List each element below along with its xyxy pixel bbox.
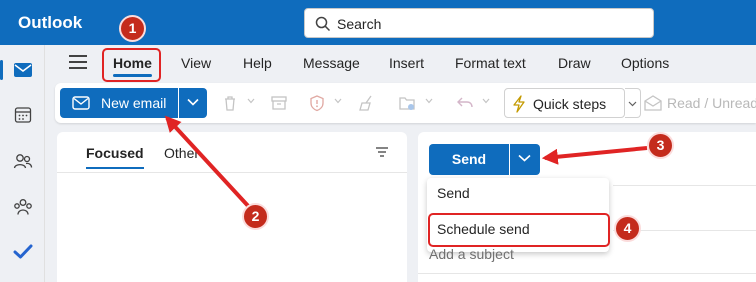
- filter-icon[interactable]: [375, 146, 389, 158]
- left-rail: [0, 45, 45, 282]
- new-email-label: New email: [101, 95, 167, 111]
- tab-options[interactable]: Options: [621, 55, 669, 71]
- tab-focused[interactable]: Focused: [86, 145, 144, 169]
- divider: [57, 172, 407, 173]
- search-input[interactable]: Search: [304, 8, 654, 38]
- search-icon: [315, 16, 331, 32]
- highlight-home-tab: [102, 48, 161, 82]
- step-badge-3: 3: [647, 132, 674, 159]
- tab-view[interactable]: View: [181, 55, 211, 71]
- divider: [613, 185, 756, 186]
- quick-steps-label: Quick steps: [533, 96, 607, 112]
- message-list-pane: Focused Other: [57, 132, 407, 282]
- menu-item-send[interactable]: Send: [437, 185, 470, 201]
- tab-message[interactable]: Message: [303, 55, 360, 71]
- step-badge-4: 4: [614, 215, 641, 242]
- step-badge-1: 1: [119, 15, 146, 42]
- new-email-dropdown[interactable]: [179, 88, 207, 118]
- chevron-down-icon: [628, 101, 637, 107]
- chevron-down-icon[interactable]: [425, 98, 433, 104]
- step-badge-2: 2: [242, 203, 269, 230]
- tab-format-text[interactable]: Format text: [455, 55, 526, 71]
- rail-todo[interactable]: [11, 240, 35, 264]
- undo-icon[interactable]: [456, 94, 474, 112]
- highlight-schedule-send: [428, 213, 610, 247]
- mail-icon: [14, 63, 32, 77]
- ribbon: New email Quick steps Read / Unread: [55, 83, 756, 123]
- tab-insert[interactable]: Insert: [389, 55, 424, 71]
- todo-icon: [13, 244, 33, 259]
- quick-steps-dropdown[interactable]: [625, 88, 641, 118]
- chevron-down-icon[interactable]: [247, 98, 255, 104]
- quick-steps-button[interactable]: Quick steps: [504, 88, 625, 118]
- chevron-down-icon[interactable]: [482, 98, 490, 104]
- search-placeholder: Search: [337, 16, 382, 32]
- app-title: Outlook: [18, 13, 83, 32]
- chevron-down-icon[interactable]: [334, 98, 342, 104]
- chevron-down-icon: [518, 154, 531, 162]
- divider: [418, 273, 756, 274]
- send-options-dropdown[interactable]: [510, 144, 540, 175]
- tab-draw[interactable]: Draw: [558, 55, 591, 71]
- move-icon[interactable]: [398, 94, 416, 112]
- sweep-icon[interactable]: [357, 94, 375, 112]
- lightning-icon: [513, 95, 525, 113]
- rail-mail[interactable]: [0, 58, 35, 82]
- new-email-button[interactable]: New email: [60, 88, 178, 118]
- rail-calendar[interactable]: [11, 103, 35, 127]
- hamburger-icon[interactable]: [69, 55, 87, 69]
- envelope-open-icon[interactable]: [644, 95, 662, 111]
- archive-icon[interactable]: [270, 94, 288, 112]
- rail-groups[interactable]: [11, 195, 35, 219]
- read-unread-label[interactable]: Read / Unread: [667, 95, 756, 111]
- calendar-icon: [14, 107, 32, 123]
- report-icon[interactable]: [308, 94, 326, 112]
- subject-field[interactable]: Add a subject: [429, 246, 514, 262]
- compose-pane: Send Send Schedule send Add a subject: [418, 132, 756, 282]
- chevron-down-icon: [187, 98, 199, 106]
- tab-help[interactable]: Help: [243, 55, 272, 71]
- people-icon: [13, 154, 33, 169]
- tab-other[interactable]: Other: [164, 145, 199, 161]
- rail-people[interactable]: [11, 149, 35, 173]
- app-header: Outlook Search: [0, 0, 756, 45]
- send-button[interactable]: Send: [429, 144, 509, 175]
- groups-icon: [14, 199, 32, 215]
- delete-icon[interactable]: [221, 94, 239, 112]
- mail-icon: [72, 96, 90, 110]
